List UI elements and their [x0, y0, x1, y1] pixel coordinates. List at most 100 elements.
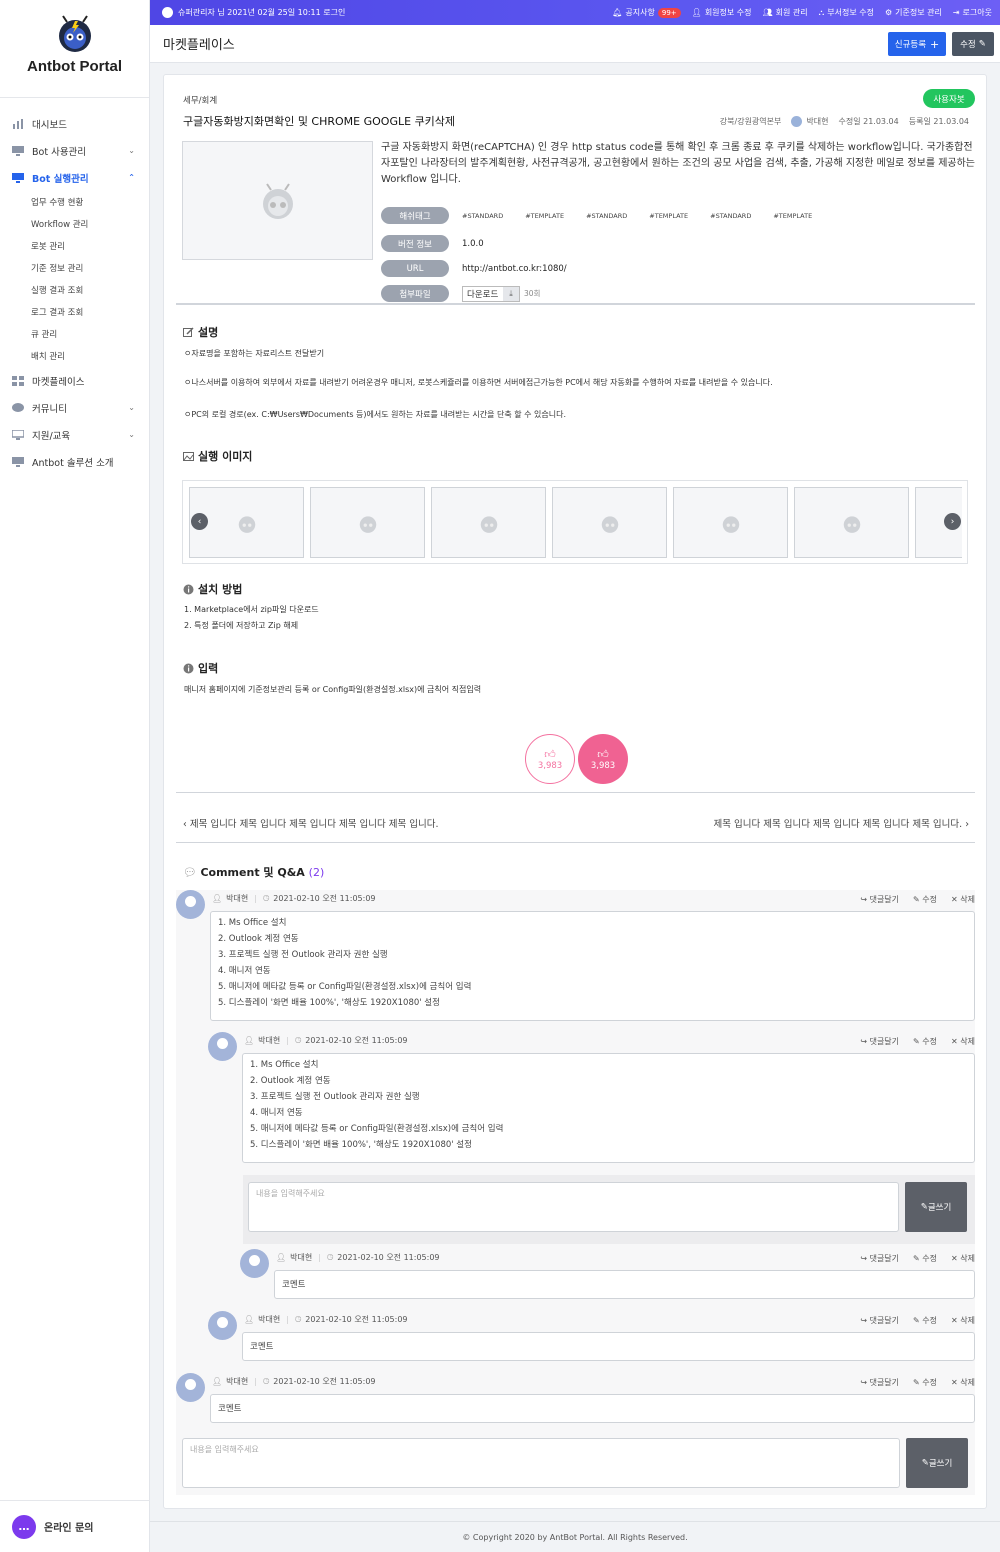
comment-author: 박대현 — [290, 1253, 313, 1262]
gallery-prev-button[interactable]: ‹ — [191, 513, 208, 530]
edit-icon: ✎ — [913, 1037, 923, 1046]
reply-icon: ↪ — [860, 895, 870, 904]
comment-body: 코멘트 — [210, 1394, 975, 1423]
gallery-image[interactable] — [794, 487, 909, 558]
comment-edit-button[interactable]: ✎ 수정 — [913, 1315, 937, 1326]
comment-edit-button[interactable]: ✎ 수정 — [913, 894, 937, 905]
sidebar-item-community[interactable]: 커뮤니티 ⌄ — [0, 394, 149, 421]
reply-icon: ↪ — [860, 1378, 870, 1387]
comment-textarea[interactable]: 내용을 입력해주세요 — [182, 1438, 900, 1488]
download-button[interactable]: 다운로드 ⤓ — [462, 285, 520, 302]
member-mgmt-label: 회원 관리 — [775, 8, 808, 17]
comment-delete-button[interactable]: ✕ 삭제 — [951, 1036, 975, 1047]
sidebar-item-bot-exec[interactable]: Bot 실행관리 ⌃ — [0, 164, 149, 191]
robot-placeholder-icon — [262, 182, 293, 219]
sidebar-subitem[interactable]: 기준 정보 관리 — [0, 257, 149, 279]
chart-bar-icon — [13, 118, 23, 129]
member-edit-link[interactable]: 👤︎ 회원정보 수정 — [692, 7, 752, 18]
prev-post-link[interactable]: ‹ 제목 입니다 제목 입니다 제목 입니다 제목 입니다 제목 입니다. — [183, 816, 439, 830]
notice-link[interactable]: 🔔︎ 공지사항 99+ — [612, 7, 681, 18]
sidebar-subitem[interactable]: 로그 결과 조회 — [0, 301, 149, 323]
reply-button[interactable]: ↪ 댓글달기 — [860, 1253, 899, 1264]
edit-button[interactable]: 수정 ✎ — [952, 32, 994, 56]
tag[interactable]: #TEMPLATE — [525, 212, 564, 220]
input-heading-label: 입력 — [198, 662, 219, 675]
base-info-label: 기준정보 관리 — [895, 8, 942, 17]
delete-label: 삭제 — [960, 1316, 975, 1325]
sidebar-item-bot-usage[interactable]: Bot 사용관리 ⌄ — [0, 137, 149, 164]
tag[interactable]: #TEMPLATE — [773, 212, 812, 220]
reply-label: 댓글달기 — [869, 1316, 900, 1325]
comment-line: 4. 매니저 연동 — [218, 966, 271, 976]
gear-icon: ⚙︎ — [884, 8, 893, 17]
registered-label: 등록일 — [908, 117, 931, 126]
edit-label: 수정 — [922, 1378, 938, 1387]
sidebar-item-dashboard[interactable]: 대시보드 — [0, 110, 149, 137]
sidebar-subitem[interactable]: 실행 결과 조회 — [0, 279, 149, 301]
input-text: 매니저 홈페이지에 기준정보관리 등록 or Config파일(환경설정.xls… — [184, 685, 482, 694]
base-info-link[interactable]: ⚙︎ 기준정보 관리 — [885, 7, 942, 18]
robot-placeholder-icon — [238, 515, 255, 533]
like-button[interactable]: 👍︎ 3,983 — [525, 734, 575, 784]
reply-button[interactable]: ↪ 댓글달기 — [860, 894, 899, 905]
comment-edit-button[interactable]: ✎ 수정 — [913, 1377, 937, 1388]
tag[interactable]: #TEMPLATE — [649, 212, 688, 220]
reply-button[interactable]: ↪ 댓글달기 — [860, 1036, 899, 1047]
sidebar: Antbot Portal 대시보드 Bot 사용관리 ⌄ Bot 실행관리 ⌃… — [0, 0, 150, 1552]
modified-label: 수정일 — [838, 117, 861, 126]
sidebar-item-solution[interactable]: Antbot 솔루션 소개 — [0, 448, 149, 475]
comment-delete-button[interactable]: ✕ 삭제 — [951, 1315, 975, 1326]
gallery-next-button[interactable]: › — [944, 513, 961, 530]
new-register-button[interactable]: 신규등록 + — [888, 32, 946, 56]
bell-icon: 🔔︎ — [612, 8, 623, 17]
monitor-icon — [12, 172, 24, 183]
version-label: 버전 정보 — [381, 235, 449, 252]
person-icon: 👤︎ — [244, 1315, 255, 1324]
avatar — [176, 890, 205, 919]
logo[interactable]: Antbot Portal — [0, 0, 149, 98]
tag[interactable]: #STANDARD — [462, 212, 503, 220]
gallery-image[interactable] — [552, 487, 667, 558]
edit-label: 수정 — [960, 40, 976, 50]
url-label: URL — [381, 260, 449, 277]
comment-edit-button[interactable]: ✎ 수정 — [913, 1253, 937, 1264]
reply-button[interactable]: ↪ 댓글달기 — [860, 1377, 899, 1388]
close-icon: ✕ — [951, 1378, 961, 1387]
delete-label: 삭제 — [960, 1378, 975, 1387]
pencil-square-icon: ✎ — [978, 39, 986, 49]
tag[interactable]: #STANDARD — [586, 212, 627, 220]
sidebar-subitem[interactable]: 업무 수행 현황 — [0, 191, 149, 213]
clock-icon: 🕓︎ — [294, 1035, 302, 1045]
sidebar-item-label: 지원/교육 — [32, 430, 71, 442]
comment-delete-button[interactable]: ✕ 삭제 — [951, 1377, 975, 1388]
comment-edit-button[interactable]: ✎ 수정 — [913, 1036, 937, 1047]
reply-input-area: 내용을 입력해주세요 ✎ 글쓰기 — [243, 1175, 975, 1244]
reply-textarea[interactable]: 내용을 입력해주세요 — [248, 1182, 899, 1232]
sidebar-subitem[interactable]: 큐 관리 — [0, 323, 149, 345]
sidebar-item-support[interactable]: 지원/교육 ⌄ — [0, 421, 149, 448]
comment-delete-button[interactable]: ✕ 삭제 — [951, 894, 975, 905]
tag[interactable]: #STANDARD — [710, 212, 751, 220]
member-mgmt-link[interactable]: 👥︎ 회원 관리 — [763, 7, 808, 18]
logout-link[interactable]: ⇥ 로그아웃 — [953, 7, 992, 18]
gallery-image[interactable] — [673, 487, 788, 558]
next-post-link[interactable]: 제목 입니다 제목 입니다 제목 입니다 제목 입니다 제목 입니다. › — [713, 816, 969, 830]
sidebar-subitem[interactable]: Workflow 관리 — [0, 213, 149, 235]
logout-label: 로그아웃 — [962, 8, 992, 17]
reply-button[interactable]: ↪ 댓글달기 — [860, 1315, 899, 1326]
sidebar-subitem[interactable]: 로봇 관리 — [0, 235, 149, 257]
write-button[interactable]: ✎ 글쓰기 — [905, 1182, 967, 1232]
write-button[interactable]: ✎ 글쓰기 — [906, 1438, 968, 1488]
comment-delete-button[interactable]: ✕ 삭제 — [951, 1253, 975, 1264]
gallery-image[interactable] — [431, 487, 546, 558]
like-button-active[interactable]: 👍︎ 3,983 — [578, 734, 628, 784]
dept-edit-link[interactable]: ⛬ 부서정보 수정 — [819, 7, 874, 18]
online-inquiry-button[interactable]: … 온라인 문의 — [0, 1500, 150, 1552]
gallery-image[interactable] — [310, 487, 425, 558]
comment-line: 1. Ms Office 설치 — [250, 1060, 319, 1070]
desktop-icon — [12, 429, 24, 440]
chevron-left-icon: ‹ — [183, 819, 190, 830]
sidebar-subitem[interactable]: 배치 관리 — [0, 345, 149, 367]
url-link[interactable]: http://antbot.co.kr:1080/ — [462, 264, 567, 274]
sidebar-item-marketplace[interactable]: 마켓플레이스 — [0, 367, 149, 394]
